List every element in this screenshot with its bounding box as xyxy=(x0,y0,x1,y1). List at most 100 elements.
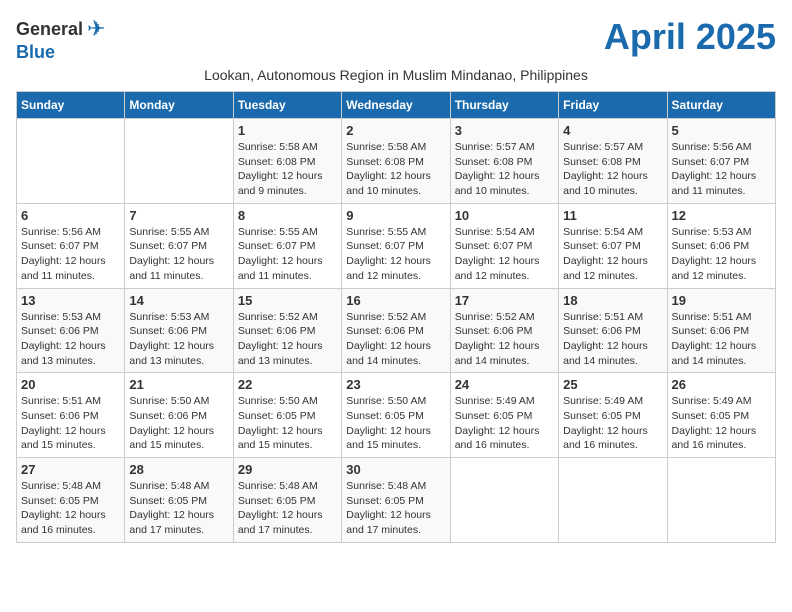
calendar-cell: 22 Sunrise: 5:50 AM Sunset: 6:05 PM Dayli… xyxy=(233,373,341,458)
day-info: Sunrise: 5:48 AM Sunset: 6:05 PM Dayligh… xyxy=(21,479,120,538)
header-day: Tuesday xyxy=(233,92,341,119)
header-day: Saturday xyxy=(667,92,775,119)
calendar-header: SundayMondayTuesdayWednesdayThursdayFrid… xyxy=(17,92,776,119)
day-number: 21 xyxy=(129,377,228,392)
day-info: Sunrise: 5:58 AM Sunset: 6:08 PM Dayligh… xyxy=(238,140,337,199)
day-info: Sunrise: 5:50 AM Sunset: 6:05 PM Dayligh… xyxy=(238,394,337,453)
day-info: Sunrise: 5:56 AM Sunset: 6:07 PM Dayligh… xyxy=(21,225,120,284)
day-number: 11 xyxy=(563,208,662,223)
day-number: 2 xyxy=(346,123,445,138)
day-info: Sunrise: 5:57 AM Sunset: 6:08 PM Dayligh… xyxy=(563,140,662,199)
header-day: Thursday xyxy=(450,92,558,119)
calendar-cell: 10 Sunrise: 5:54 AM Sunset: 6:07 PM Dayli… xyxy=(450,203,558,288)
day-number: 16 xyxy=(346,293,445,308)
page-header: General ✈ Blue April 2025 xyxy=(16,16,776,63)
day-info: Sunrise: 5:54 AM Sunset: 6:07 PM Dayligh… xyxy=(563,225,662,284)
day-info: Sunrise: 5:55 AM Sunset: 6:07 PM Dayligh… xyxy=(238,225,337,284)
calendar-cell: 3Sunrise: 5:57 AM Sunset: 6:08 PM Daylig… xyxy=(450,119,558,204)
day-info: Sunrise: 5:51 AM Sunset: 6:06 PM Dayligh… xyxy=(21,394,120,453)
calendar-cell: 14 Sunrise: 5:53 AM Sunset: 6:06 PM Dayli… xyxy=(125,288,233,373)
day-info: Sunrise: 5:51 AM Sunset: 6:06 PM Dayligh… xyxy=(563,310,662,369)
calendar-body: 1 Sunrise: 5:58 AM Sunset: 6:08 PM Daylig… xyxy=(17,119,776,543)
calendar-week-row: 6 Sunrise: 5:56 AM Sunset: 6:07 PM Daylig… xyxy=(17,203,776,288)
day-info: Sunrise: 5:53 AM Sunset: 6:06 PM Dayligh… xyxy=(21,310,120,369)
calendar-cell: 19Sunrise: 5:51 AM Sunset: 6:06 PM Dayli… xyxy=(667,288,775,373)
day-info: Sunrise: 5:53 AM Sunset: 6:06 PM Dayligh… xyxy=(672,225,771,284)
calendar-week-row: 13 Sunrise: 5:53 AM Sunset: 6:06 PM Dayli… xyxy=(17,288,776,373)
day-number: 20 xyxy=(21,377,120,392)
day-number: 6 xyxy=(21,208,120,223)
day-number: 1 xyxy=(238,123,337,138)
calendar-cell xyxy=(125,119,233,204)
day-info: Sunrise: 5:52 AM Sunset: 6:06 PM Dayligh… xyxy=(346,310,445,369)
logo-bird-icon: ✈ xyxy=(87,16,105,42)
day-info: Sunrise: 5:50 AM Sunset: 6:05 PM Dayligh… xyxy=(346,394,445,453)
calendar-cell: 6 Sunrise: 5:56 AM Sunset: 6:07 PM Daylig… xyxy=(17,203,125,288)
day-info: Sunrise: 5:50 AM Sunset: 6:06 PM Dayligh… xyxy=(129,394,228,453)
calendar-cell: 12 Sunrise: 5:53 AM Sunset: 6:06 PM Dayli… xyxy=(667,203,775,288)
calendar-cell: 24 Sunrise: 5:49 AM Sunset: 6:05 PM Dayli… xyxy=(450,373,558,458)
day-number: 22 xyxy=(238,377,337,392)
logo-general-text: General xyxy=(16,19,83,40)
day-number: 4 xyxy=(563,123,662,138)
day-number: 7 xyxy=(129,208,228,223)
logo-blue-text: Blue xyxy=(16,42,55,63)
calendar-cell: 17 Sunrise: 5:52 AM Sunset: 6:06 PM Dayli… xyxy=(450,288,558,373)
calendar-cell: 13 Sunrise: 5:53 AM Sunset: 6:06 PM Dayli… xyxy=(17,288,125,373)
calendar-cell: 7 Sunrise: 5:55 AM Sunset: 6:07 PM Daylig… xyxy=(125,203,233,288)
header-day: Sunday xyxy=(17,92,125,119)
day-number: 13 xyxy=(21,293,120,308)
calendar-cell: 26Sunrise: 5:49 AM Sunset: 6:05 PM Dayli… xyxy=(667,373,775,458)
day-info: Sunrise: 5:52 AM Sunset: 6:06 PM Dayligh… xyxy=(455,310,554,369)
day-number: 23 xyxy=(346,377,445,392)
day-info: Sunrise: 5:48 AM Sunset: 6:05 PM Dayligh… xyxy=(346,479,445,538)
calendar-cell: 5 Sunrise: 5:56 AM Sunset: 6:07 PM Daylig… xyxy=(667,119,775,204)
day-number: 10 xyxy=(455,208,554,223)
day-info: Sunrise: 5:51 AM Sunset: 6:06 PM Dayligh… xyxy=(672,310,771,369)
day-number: 9 xyxy=(346,208,445,223)
calendar-cell xyxy=(667,458,775,543)
header-day: Friday xyxy=(559,92,667,119)
day-info: Sunrise: 5:53 AM Sunset: 6:06 PM Dayligh… xyxy=(129,310,228,369)
day-number: 27 xyxy=(21,462,120,477)
calendar-week-row: 27 Sunrise: 5:48 AM Sunset: 6:05 PM Dayli… xyxy=(17,458,776,543)
calendar-cell: 2 Sunrise: 5:58 AM Sunset: 6:08 PM Daylig… xyxy=(342,119,450,204)
calendar-week-row: 20 Sunrise: 5:51 AM Sunset: 6:06 PM Dayli… xyxy=(17,373,776,458)
day-info: Sunrise: 5:55 AM Sunset: 6:07 PM Dayligh… xyxy=(129,225,228,284)
calendar-cell xyxy=(450,458,558,543)
calendar-cell: 15Sunrise: 5:52 AM Sunset: 6:06 PM Dayli… xyxy=(233,288,341,373)
day-info: Sunrise: 5:54 AM Sunset: 6:07 PM Dayligh… xyxy=(455,225,554,284)
calendar-cell: 11 Sunrise: 5:54 AM Sunset: 6:07 PM Dayli… xyxy=(559,203,667,288)
day-info: Sunrise: 5:56 AM Sunset: 6:07 PM Dayligh… xyxy=(672,140,771,199)
day-number: 17 xyxy=(455,293,554,308)
header-day: Wednesday xyxy=(342,92,450,119)
calendar-cell: 16 Sunrise: 5:52 AM Sunset: 6:06 PM Dayli… xyxy=(342,288,450,373)
calendar-cell xyxy=(559,458,667,543)
day-number: 12 xyxy=(672,208,771,223)
month-title: April 2025 xyxy=(604,16,776,58)
calendar-week-row: 1 Sunrise: 5:58 AM Sunset: 6:08 PM Daylig… xyxy=(17,119,776,204)
day-info: Sunrise: 5:49 AM Sunset: 6:05 PM Dayligh… xyxy=(455,394,554,453)
day-number: 3 xyxy=(455,123,554,138)
day-number: 14 xyxy=(129,293,228,308)
day-number: 24 xyxy=(455,377,554,392)
day-info: Sunrise: 5:48 AM Sunset: 6:05 PM Dayligh… xyxy=(129,479,228,538)
logo: General ✈ Blue xyxy=(16,16,105,63)
day-info: Sunrise: 5:55 AM Sunset: 6:07 PM Dayligh… xyxy=(346,225,445,284)
day-number: 30 xyxy=(346,462,445,477)
day-info: Sunrise: 5:49 AM Sunset: 6:05 PM Dayligh… xyxy=(563,394,662,453)
day-number: 29 xyxy=(238,462,337,477)
calendar-cell xyxy=(17,119,125,204)
day-info: Sunrise: 5:49 AM Sunset: 6:05 PM Dayligh… xyxy=(672,394,771,453)
day-info: Sunrise: 5:58 AM Sunset: 6:08 PM Dayligh… xyxy=(346,140,445,199)
calendar-cell: 27 Sunrise: 5:48 AM Sunset: 6:05 PM Dayli… xyxy=(17,458,125,543)
day-number: 5 xyxy=(672,123,771,138)
subtitle: Lookan, Autonomous Region in Muslim Mind… xyxy=(16,67,776,83)
calendar-cell: 1 Sunrise: 5:58 AM Sunset: 6:08 PM Daylig… xyxy=(233,119,341,204)
calendar-cell: 4 Sunrise: 5:57 AM Sunset: 6:08 PM Daylig… xyxy=(559,119,667,204)
calendar-cell: 20 Sunrise: 5:51 AM Sunset: 6:06 PM Dayli… xyxy=(17,373,125,458)
calendar-cell: 28Sunrise: 5:48 AM Sunset: 6:05 PM Dayli… xyxy=(125,458,233,543)
calendar-cell: 25Sunrise: 5:49 AM Sunset: 6:05 PM Dayli… xyxy=(559,373,667,458)
calendar-table: SundayMondayTuesdayWednesdayThursdayFrid… xyxy=(16,91,776,543)
calendar-cell: 30 Sunrise: 5:48 AM Sunset: 6:05 PM Dayli… xyxy=(342,458,450,543)
